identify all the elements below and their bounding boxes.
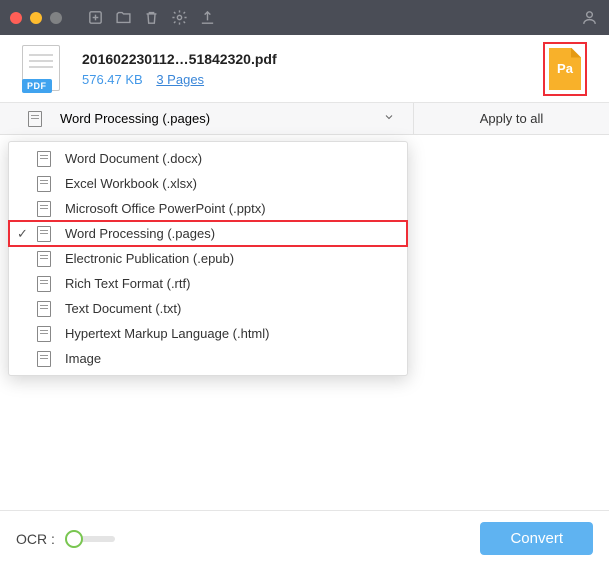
minimize-window-button[interactable] bbox=[30, 12, 42, 24]
chevron-down-icon bbox=[383, 111, 395, 126]
format-selected-label: Word Processing (.pages) bbox=[60, 111, 210, 126]
doc-icon bbox=[37, 151, 51, 167]
folder-icon[interactable] bbox=[113, 8, 133, 28]
format-option-html[interactable]: Hypertext Markup Language (.html) bbox=[9, 321, 407, 346]
format-option-epub[interactable]: Electronic Publication (.epub) bbox=[9, 246, 407, 271]
ocr-toggle[interactable] bbox=[65, 529, 117, 549]
doc-icon bbox=[37, 226, 51, 242]
file-name: 201602230112…51842320.pdf bbox=[82, 51, 525, 67]
account-icon[interactable] bbox=[579, 8, 599, 28]
format-option-label: Word Processing (.pages) bbox=[65, 226, 215, 241]
format-dropdown[interactable]: Word Processing (.pages) bbox=[0, 103, 414, 134]
file-pages-link[interactable]: 3 Pages bbox=[156, 72, 204, 87]
gear-icon[interactable] bbox=[169, 8, 189, 28]
format-option-xlsx[interactable]: Excel Workbook (.xlsx) bbox=[9, 171, 407, 196]
maximize-window-button[interactable] bbox=[50, 12, 62, 24]
traffic-lights bbox=[10, 12, 62, 24]
doc-icon bbox=[37, 176, 51, 192]
file-row: PDF 201602230112…51842320.pdf 576.47 KB … bbox=[0, 35, 609, 103]
format-option-txt[interactable]: Text Document (.txt) bbox=[9, 296, 407, 321]
format-option-label: Image bbox=[65, 351, 101, 366]
ocr-label: OCR : bbox=[16, 531, 55, 547]
doc-icon bbox=[37, 301, 51, 317]
format-option-pages[interactable]: ✓ Word Processing (.pages) bbox=[9, 221, 407, 246]
format-row: Word Processing (.pages) Apply to all bbox=[0, 103, 609, 135]
doc-icon bbox=[28, 111, 42, 127]
format-option-label: Hypertext Markup Language (.html) bbox=[65, 326, 269, 341]
titlebar bbox=[0, 0, 609, 35]
upload-icon[interactable] bbox=[197, 8, 217, 28]
file-size: 576.47 KB bbox=[82, 72, 143, 87]
trash-icon[interactable] bbox=[141, 8, 161, 28]
doc-icon bbox=[37, 201, 51, 217]
target-format-badge: Pa bbox=[543, 42, 587, 96]
doc-icon bbox=[37, 326, 51, 342]
doc-icon bbox=[37, 276, 51, 292]
format-option-label: Text Document (.txt) bbox=[65, 301, 181, 316]
format-option-label: Rich Text Format (.rtf) bbox=[65, 276, 190, 291]
target-format-label: Pa bbox=[557, 61, 573, 76]
doc-icon bbox=[37, 251, 51, 267]
format-option-docx[interactable]: Word Document (.docx) bbox=[9, 146, 407, 171]
format-option-image[interactable]: Image bbox=[9, 346, 407, 371]
format-dropdown-list: Word Document (.docx) Excel Workbook (.x… bbox=[8, 141, 408, 376]
format-option-pptx[interactable]: Microsoft Office PowerPoint (.pptx) bbox=[9, 196, 407, 221]
add-icon[interactable] bbox=[85, 8, 105, 28]
bottom-bar: OCR : Convert bbox=[0, 510, 609, 566]
apply-to-all-button[interactable]: Apply to all bbox=[414, 111, 609, 126]
file-pdf-icon: PDF bbox=[22, 45, 64, 93]
doc-icon bbox=[37, 351, 51, 367]
file-info: 201602230112…51842320.pdf 576.47 KB 3 Pa… bbox=[82, 51, 525, 87]
format-option-rtf[interactable]: Rich Text Format (.rtf) bbox=[9, 271, 407, 296]
format-option-label: Electronic Publication (.epub) bbox=[65, 251, 234, 266]
convert-button[interactable]: Convert bbox=[480, 522, 593, 555]
close-window-button[interactable] bbox=[10, 12, 22, 24]
pdf-badge: PDF bbox=[22, 79, 52, 93]
format-option-label: Excel Workbook (.xlsx) bbox=[65, 176, 197, 191]
format-option-label: Microsoft Office PowerPoint (.pptx) bbox=[65, 201, 266, 216]
format-option-label: Word Document (.docx) bbox=[65, 151, 202, 166]
check-icon: ✓ bbox=[17, 226, 29, 242]
